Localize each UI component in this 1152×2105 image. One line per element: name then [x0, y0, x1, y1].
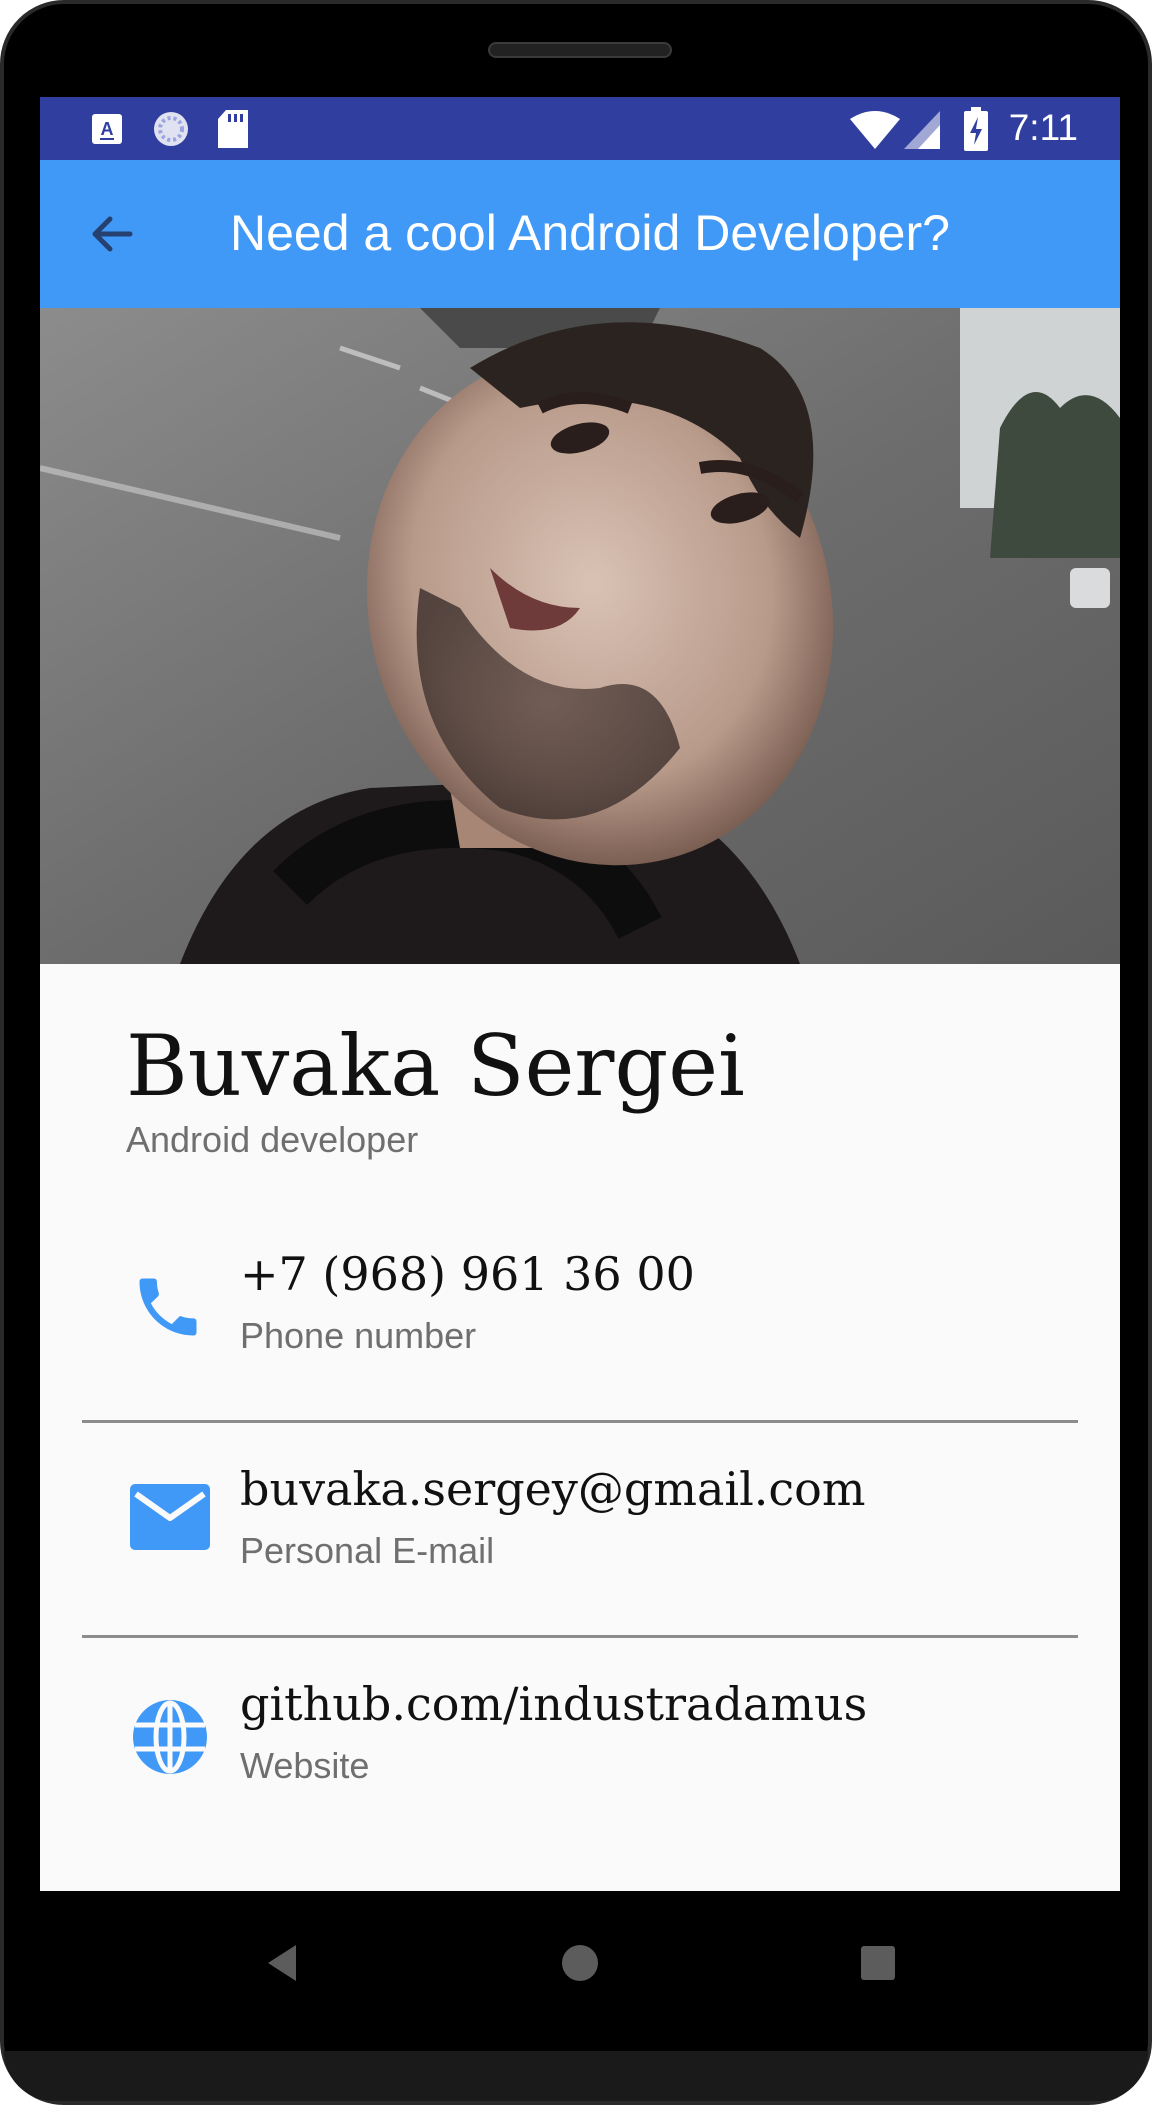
phone-bottom-chin — [4, 2051, 1148, 2101]
home-circle-icon — [562, 1945, 598, 1981]
status-bar: A 7:11 — [40, 97, 1120, 160]
svg-text:A: A — [101, 119, 114, 139]
profile-name: Buvaka Sergei — [126, 1017, 745, 1115]
cell-signal-icon — [904, 111, 940, 153]
contact-phone-row[interactable]: +7 (968) 961 36 00 Phone number — [40, 1247, 1120, 1407]
phone-frame: A 7:11 Need a cool Android Developer? Bu… — [0, 0, 1152, 2105]
website-label: Website — [240, 1745, 370, 1786]
wifi-icon — [850, 111, 900, 153]
profile-role: Android developer — [126, 1119, 419, 1160]
sd-card-icon — [218, 110, 248, 152]
divider — [82, 1420, 1078, 1423]
back-triangle-icon — [268, 1945, 296, 1981]
phone-value: +7 (968) 961 36 00 — [240, 1247, 695, 1301]
nav-recents-button[interactable] — [858, 1941, 898, 1989]
accessibility-a-icon: A — [92, 114, 122, 148]
loading-indicator-icon — [152, 110, 190, 152]
email-value: buvaka.sergey@gmail.com — [240, 1462, 866, 1516]
website-value: github.com/industradamus — [240, 1677, 868, 1731]
phone-speaker — [488, 42, 672, 58]
email-icon — [130, 1484, 210, 1554]
globe-icon — [130, 1697, 210, 1781]
navigation-bar — [40, 1891, 1120, 2051]
back-button[interactable] — [84, 206, 140, 262]
arrow-back-icon — [92, 216, 133, 252]
email-label: Personal E-mail — [240, 1530, 495, 1571]
nav-home-button[interactable] — [560, 1941, 600, 1989]
contact-email-row[interactable]: buvaka.sergey@gmail.com Personal E-mail — [40, 1462, 1120, 1622]
app-bar-title: Need a cool Android Developer? — [230, 205, 950, 261]
nav-back-button[interactable] — [262, 1941, 302, 1989]
app-screen: A 7:11 Need a cool Android Developer? Bu… — [40, 97, 1120, 1891]
status-time: 7:11 — [1008, 107, 1078, 148]
battery-charging-icon — [964, 107, 988, 155]
phone-label: Phone number — [240, 1315, 477, 1356]
app-bar: Need a cool Android Developer? — [40, 160, 1120, 308]
recents-square-icon — [861, 1946, 895, 1980]
phone-icon — [130, 1269, 206, 1349]
contact-website-row[interactable]: github.com/industradamus Website — [40, 1677, 1120, 1837]
profile-photo — [40, 308, 1120, 964]
divider — [82, 1635, 1078, 1638]
